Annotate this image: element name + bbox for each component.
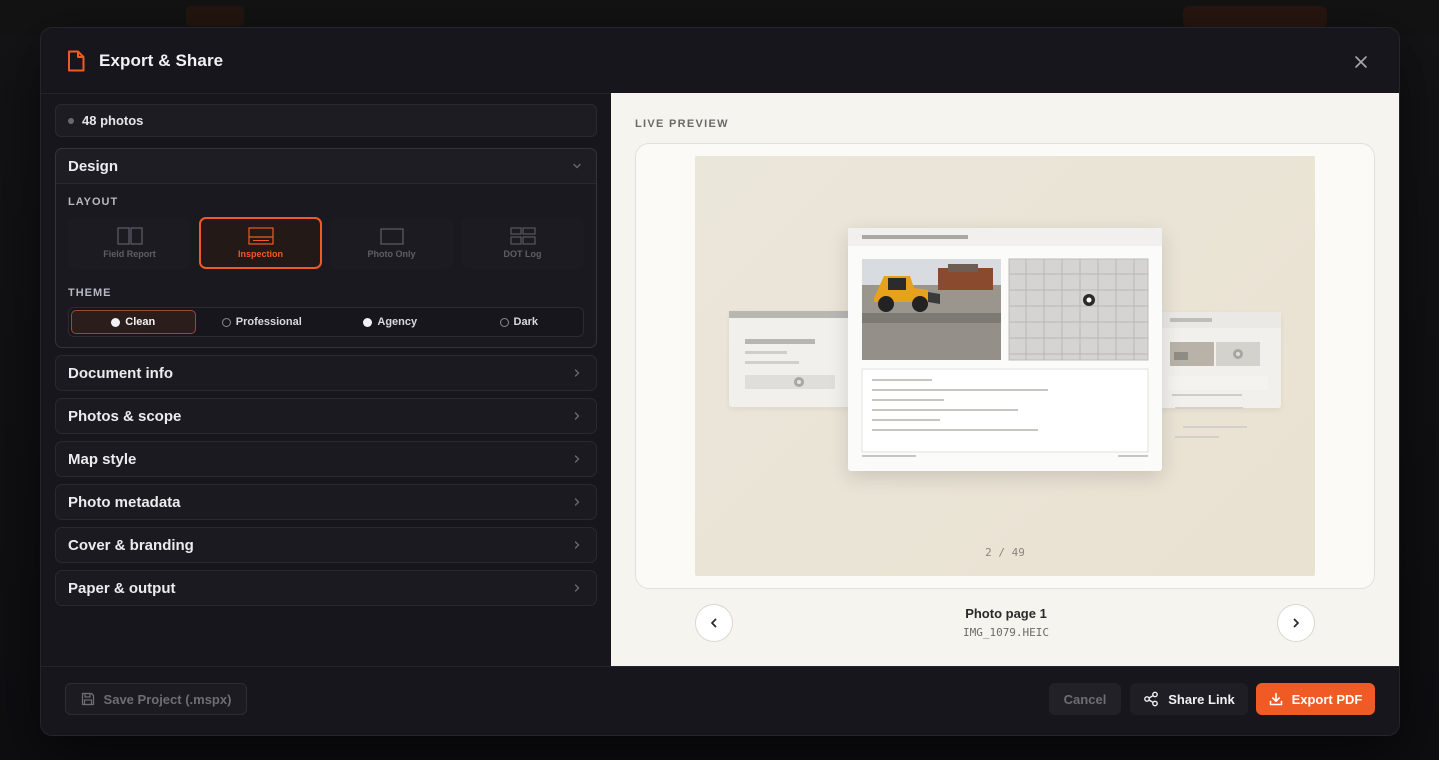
chevron-right-icon [572,368,582,378]
log-grid-layout-icon [509,227,536,245]
share-link-label: Share Link [1168,691,1235,707]
layout-option-label: DOT Log [503,249,542,259]
layout-option-label: Photo Only [367,249,416,259]
preview-frame: 2 / 49 [635,143,1375,589]
photos-count-bar: 48 photos [55,104,597,137]
layout-option-label: Inspection [237,249,283,259]
design-section-title: Design [68,157,119,175]
theme-option-label: Agency [377,316,418,328]
page-counter: 2 / 49 [985,546,1025,559]
chevron-right-icon [572,497,582,507]
layout-option-label: Field Report [103,249,156,259]
chevron-right-icon [572,454,582,464]
radio-empty-icon [499,317,509,327]
section-header[interactable]: Document info [56,356,596,390]
layout-option-photo-only[interactable]: Photo Only [330,217,453,269]
design-section-body: LAYOUT Field Report Inspection Photo Onl… [56,183,596,347]
next-page-thumbnail [1156,312,1281,396]
share-icon [1144,691,1159,707]
export-share-dialog: Export & Share 48 photos Design LAYOUT F… [40,27,1400,736]
theme-option-professional[interactable]: Professional [200,310,325,334]
radio-filled-icon [363,317,373,327]
theme-option-label: Dark [513,316,538,328]
radio-empty-icon [221,317,231,327]
preview-stage: 2 / 49 [695,156,1315,576]
theme-option-label: Professional [235,316,302,328]
dialog-header: Export & Share [41,28,1399,94]
chevron-right-icon [572,411,582,421]
section-photo-metadata[interactable]: Photo metadata [55,484,597,520]
section-cover-branding[interactable]: Cover & branding [55,527,597,563]
section-title: Map style [68,450,137,468]
radio-selected-icon [111,317,121,327]
theme-option-dark[interactable]: Dark [457,310,582,334]
preview-pane: LIVE PREVIEW 2 / 49 Photo page 1 IMG_107… [611,93,1399,666]
design-section-header[interactable]: Design [56,149,596,183]
design-section: Design LAYOUT Field Report Inspection Ph… [55,148,597,348]
section-paper-output[interactable]: Paper & output [55,570,597,606]
single-photo-layout-icon [379,227,405,245]
chevron-right-icon [572,583,582,593]
close-icon[interactable] [1353,54,1369,70]
chevron-down-icon [572,161,582,171]
cancel-button[interactable]: Cancel [1049,683,1121,715]
dialog-title: Export & Share [99,50,224,70]
preview-next-page [1156,312,1281,408]
save-project-label: Save Project (.mspx) [103,691,232,707]
section-header[interactable]: Paper & output [56,571,596,605]
backdrop-badge [186,6,244,26]
section-document-info[interactable]: Document info [55,355,597,391]
document-icon [67,50,85,72]
section-map-style[interactable]: Map style [55,441,597,477]
download-icon [1269,692,1282,706]
section-title: Document info [68,364,173,382]
backdrop-button [1183,6,1327,28]
inspection-layout-icon [247,227,274,245]
section-header[interactable]: Cover & branding [56,528,596,562]
layout-option-field-report[interactable]: Field Report [68,217,191,269]
previous-page-thumbnail [729,311,854,389]
section-title: Photo metadata [68,493,181,511]
layout-options: Field Report Inspection Photo Only DOT L… [68,217,584,269]
theme-label: THEME [68,287,112,299]
settings-pane: 48 photos Design LAYOUT Field Report Ins… [55,104,597,664]
preview-current-page [848,228,1162,471]
theme-option-agency[interactable]: Agency [328,310,453,334]
export-pdf-button[interactable]: Export PDF [1256,683,1375,715]
chevron-right-icon [1293,618,1299,628]
section-photos-scope[interactable]: Photos & scope [55,398,597,434]
theme-option-clean[interactable]: Clean [71,310,196,334]
export-pdf-label: Export PDF [1291,691,1363,707]
save-icon [81,692,94,706]
layout-option-dot-log[interactable]: DOT Log [461,217,584,269]
cancel-label: Cancel [1063,691,1107,707]
two-column-layout-icon [116,227,143,245]
map-thumbnail [1008,258,1149,361]
section-title: Paper & output [68,579,176,597]
photos-count-label: 48 photos [82,113,144,128]
section-title: Photos & scope [68,407,182,425]
theme-options: Clean Professional Agency Dark [68,307,584,337]
dialog-footer: Save Project (.mspx) Cancel Share Link E… [41,666,1399,735]
section-header[interactable]: Photos & scope [56,399,596,433]
save-project-button[interactable]: Save Project (.mspx) [65,683,247,715]
status-dot [68,117,74,124]
next-page-button[interactable] [1277,604,1315,642]
section-header[interactable]: Map style [56,442,596,476]
theme-option-label: Clean [125,316,156,328]
preview-previous-page [729,311,854,407]
site-photo [862,259,1001,360]
next-page-shadow-lines [1175,407,1247,438]
share-link-button[interactable]: Share Link [1130,683,1248,715]
current-page-render [848,228,1162,457]
live-preview-label: LIVE PREVIEW [635,118,729,130]
layout-label: LAYOUT [68,196,119,208]
layout-option-inspection[interactable]: Inspection [199,217,322,269]
section-title: Cover & branding [68,536,194,554]
section-header[interactable]: Photo metadata [56,485,596,519]
chevron-right-icon [572,540,582,550]
